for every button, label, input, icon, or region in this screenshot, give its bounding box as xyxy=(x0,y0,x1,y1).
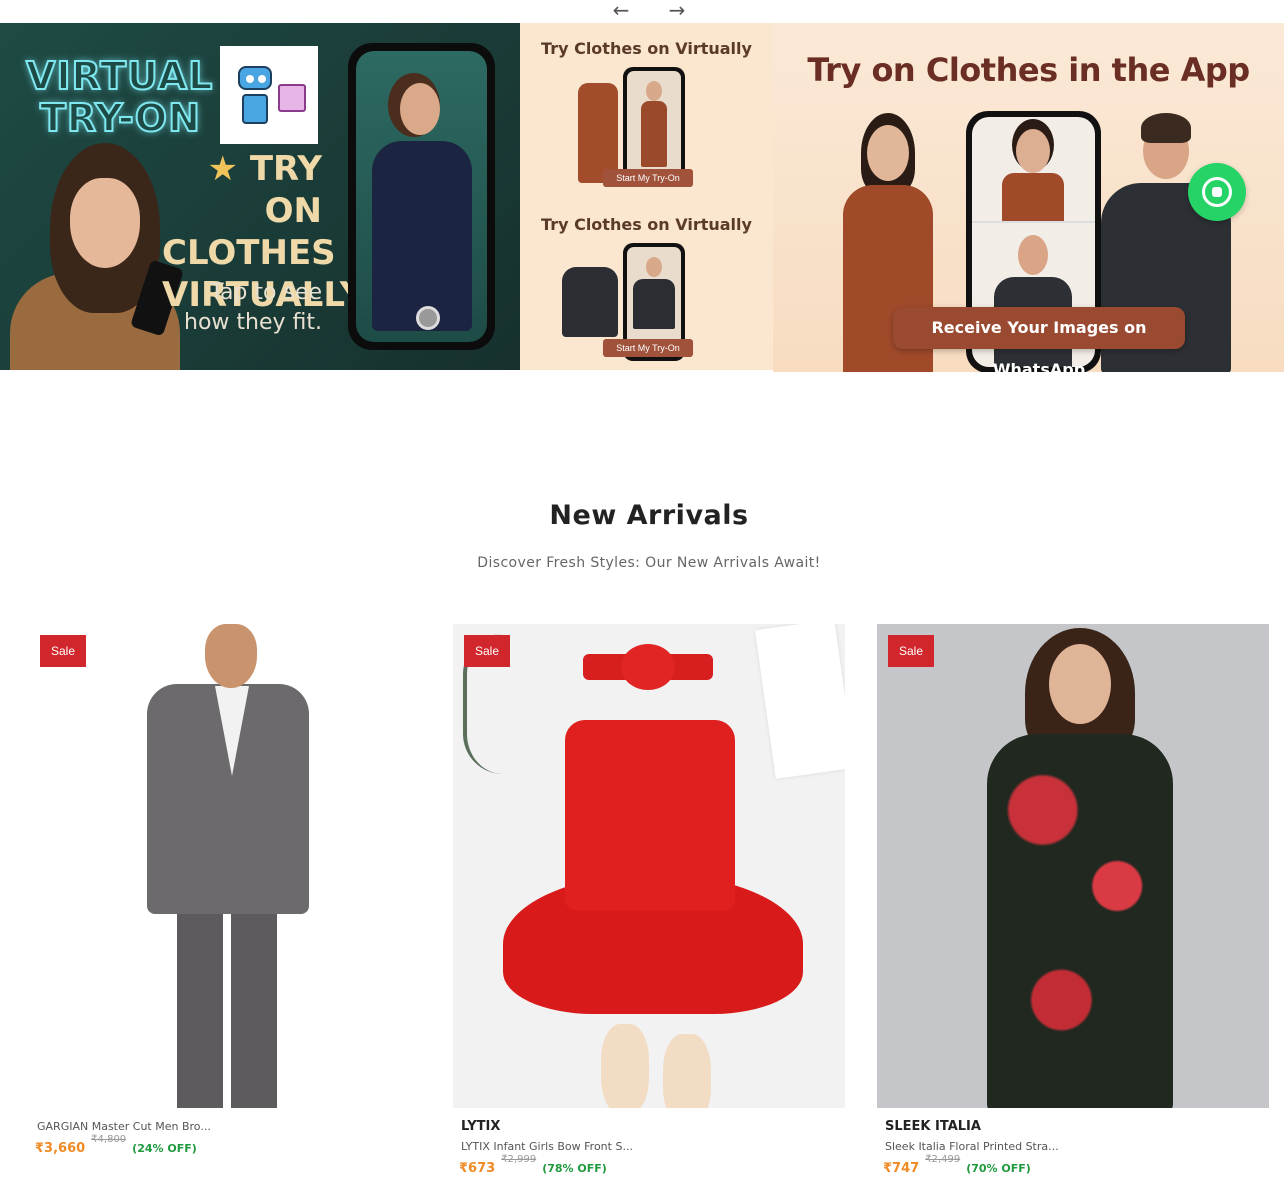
product-card[interactable]: Sale LYTIX LYTIX Infant Girls Bow Front … xyxy=(453,624,845,1178)
dress-image xyxy=(578,83,618,183)
product-brand: LYTIX xyxy=(461,1119,501,1134)
product-price: ₹3,660 xyxy=(35,1141,86,1156)
product-price: ₹673 xyxy=(459,1161,496,1176)
receive-whatsapp-button[interactable]: Receive Your Images on WhatsApp xyxy=(893,307,1185,372)
product-name[interactable]: GARGIAN Master Cut Men Bro... xyxy=(29,1118,421,1136)
robot-icon xyxy=(220,46,318,144)
phone-mockup xyxy=(623,67,685,185)
banner-tagline: Tap to see how they fit. xyxy=(170,278,322,338)
product-brand: SLEEK ITALIA xyxy=(885,1119,981,1134)
carousel-next-button[interactable]: → xyxy=(663,0,691,20)
start-try-on-button[interactable]: Start My Try-On xyxy=(603,169,693,187)
banner-try-in-app[interactable]: Try on Clothes in the App Receive Your I… xyxy=(773,23,1284,372)
product-card[interactable]: Sale GARGIAN Master Cut Men Bro... ₹3,66… xyxy=(29,624,421,1158)
headline-line1: TRY ON xyxy=(249,149,322,231)
tagline-line1: Tap to see xyxy=(210,280,322,305)
shirt-icon xyxy=(278,84,306,112)
price-row: ₹3,660 ₹4,800 (24% OFF) xyxy=(29,1134,421,1158)
product-discount: (78% OFF) xyxy=(542,1162,607,1175)
banner-title-top: Try Clothes on Virtually xyxy=(541,39,752,58)
banner-try-clothes[interactable]: Try Clothes on Virtually Start My Try-On… xyxy=(520,23,773,370)
sale-badge: Sale xyxy=(888,635,934,667)
product-card[interactable]: Sale SLEEK ITALIA Sleek Italia Floral Pr… xyxy=(877,624,1269,1178)
banner-virtual-try-on[interactable]: VIRTUAL TRY-ON ★ TRY ON CLOTHES VIRTUALL… xyxy=(0,23,520,370)
camera-shutter-icon xyxy=(416,306,440,330)
star-icon: ★ xyxy=(207,149,239,189)
product-mrp: ₹2,999 xyxy=(501,1154,537,1165)
start-try-on-button[interactable]: Start My Try-On xyxy=(603,339,693,357)
product-mrp: ₹4,800 xyxy=(91,1134,127,1145)
arrow-right-icon: → xyxy=(668,0,686,22)
section-title: New Arrivals xyxy=(549,500,749,531)
section-subtitle: Discover Fresh Styles: Our New Arrivals … xyxy=(477,555,821,571)
page: ← → VIRTUAL TRY-ON ★ TRY ON CLOTHES VIRT… xyxy=(0,0,1284,1204)
product-image[interactable]: Sale xyxy=(877,624,1269,1108)
neon-title: VIRTUAL TRY-ON xyxy=(25,54,214,140)
product-image[interactable]: Sale xyxy=(453,624,845,1108)
sale-badge: Sale xyxy=(40,635,86,667)
price-row: ₹673 ₹2,999 (78% OFF) xyxy=(453,1154,845,1178)
neon-title-line1: VIRTUAL xyxy=(25,54,214,98)
sweater-image xyxy=(562,267,618,337)
phone-mockup xyxy=(348,43,495,350)
tagline-line2: how they fit. xyxy=(184,310,322,335)
product-mrp: ₹2,499 xyxy=(925,1154,961,1165)
sale-badge: Sale xyxy=(464,635,510,667)
banner-title-bottom: Try Clothes on Virtually xyxy=(541,215,752,234)
arrow-left-icon: ← xyxy=(612,0,630,22)
carousel-prev-button[interactable]: ← xyxy=(607,0,635,20)
whatsapp-icon[interactable] xyxy=(1188,163,1246,221)
neon-title-line2: TRY-ON xyxy=(39,96,201,140)
price-row: ₹747 ₹2,499 (70% OFF) xyxy=(877,1154,1269,1178)
banner-title: Try on Clothes in the App xyxy=(807,51,1250,89)
product-discount: (70% OFF) xyxy=(966,1162,1031,1175)
headline-line2: CLOTHES xyxy=(162,233,336,273)
product-image[interactable]: Sale xyxy=(29,624,421,1108)
product-discount: (24% OFF) xyxy=(132,1142,197,1155)
product-price: ₹747 xyxy=(883,1161,920,1176)
